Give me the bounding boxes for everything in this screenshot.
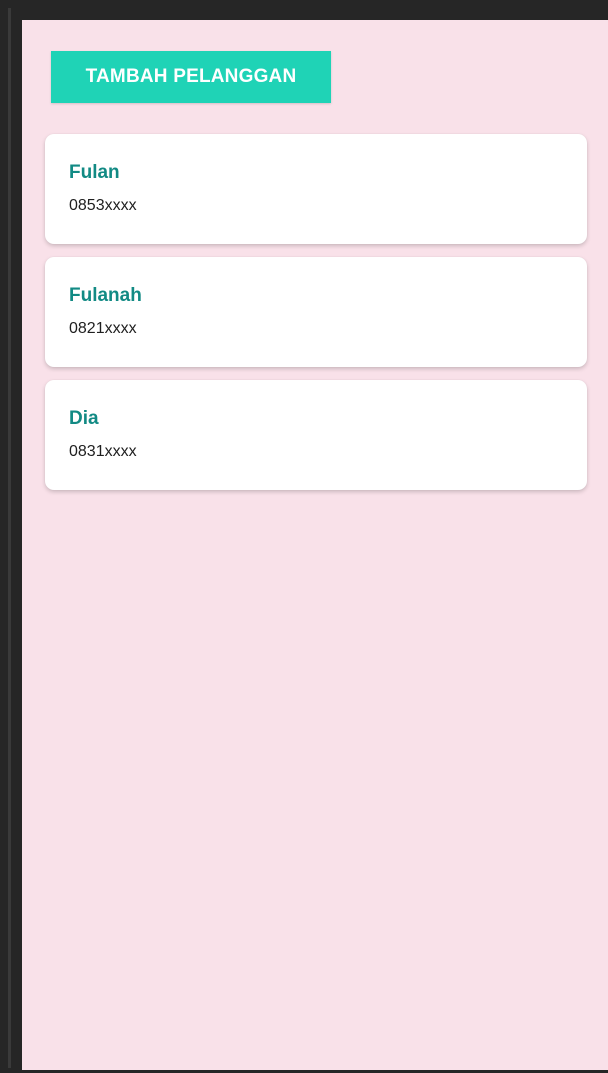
customer-card[interactable]: Fulanah 0821xxxx xyxy=(45,257,587,367)
customer-phone: 0821xxxx xyxy=(69,320,137,337)
app-screen: TAMBAH PELANGGAN Fulan 0853xxxx Fulanah … xyxy=(22,20,608,1070)
customer-name: Dia xyxy=(69,408,99,429)
customer-phone: 0853xxxx xyxy=(69,197,137,214)
customer-name: Fulanah xyxy=(69,285,142,306)
device-frame: TAMBAH PELANGGAN Fulan 0853xxxx Fulanah … xyxy=(0,0,608,1073)
customer-list: Fulan 0853xxxx Fulanah 0821xxxx Dia 0831… xyxy=(45,134,587,503)
add-customer-button[interactable]: TAMBAH PELANGGAN xyxy=(51,51,331,103)
customer-phone: 0831xxxx xyxy=(69,443,137,460)
customer-card[interactable]: Dia 0831xxxx xyxy=(45,380,587,490)
customer-card[interactable]: Fulan 0853xxxx xyxy=(45,134,587,244)
customer-name: Fulan xyxy=(69,162,120,183)
